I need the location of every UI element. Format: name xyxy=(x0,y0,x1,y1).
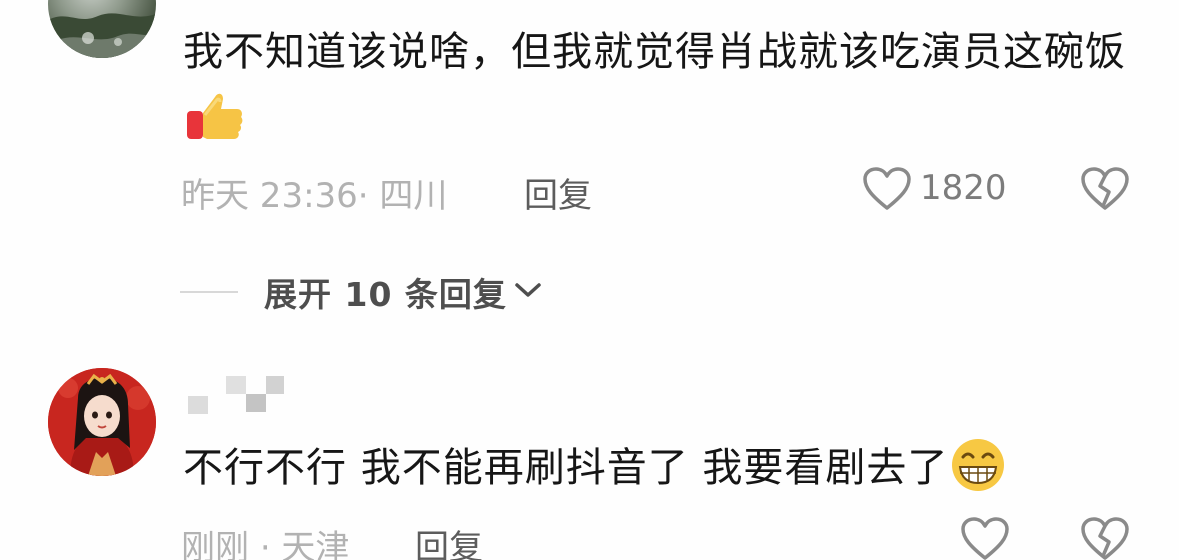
expand-replies-label: 展开 10 条回复 xyxy=(264,275,507,314)
comment-list: 我不知道该说啥，但我就觉得肖战就该吃演员这碗饭 昨天 23:36· 四川 回复 … xyxy=(0,0,1179,560)
comment-timestamp: 刚刚 · 天津 xyxy=(181,520,349,560)
reply-button[interactable]: 回复 xyxy=(415,520,483,560)
heart-outline-icon[interactable] xyxy=(862,166,912,216)
expand-replies-button[interactable]: 展开 10 条回复 xyxy=(180,270,543,314)
comment-body: 我不知道该说啥，但我就觉得肖战就该吃演员这碗饭 xyxy=(183,29,1126,75)
divider-line xyxy=(180,291,238,293)
like-count: 1820 xyxy=(920,168,1007,208)
comment-timestamp: 昨天 23:36· 四川 xyxy=(181,168,447,217)
comment-text: 不行不行 我不能再刷抖音了 我要看剧去了 xyxy=(183,436,1143,500)
avatar[interactable] xyxy=(48,368,156,476)
comment-time: 昨天 23:36 xyxy=(181,176,358,216)
broken-heart-icon[interactable] xyxy=(1080,166,1130,216)
comment-body: 不行不行 我不能再刷抖音了 我要看剧去了 xyxy=(183,445,949,491)
reply-button[interactable]: 回复 xyxy=(524,168,592,217)
comment-time: 刚刚 xyxy=(181,528,249,560)
chevron-down-icon xyxy=(513,280,543,304)
comment-location: · 四川 xyxy=(357,176,448,216)
comment-location: · 天津 xyxy=(259,528,350,560)
avatar-girl-illustration xyxy=(48,368,156,476)
broken-heart-icon[interactable] xyxy=(1080,516,1130,560)
heart-outline-icon[interactable] xyxy=(960,516,1010,560)
username-mosaic[interactable] xyxy=(188,376,284,416)
thumbs-up-emoji xyxy=(185,89,245,141)
grinning-emoji xyxy=(950,437,1006,493)
avatar[interactable] xyxy=(48,0,156,58)
avatar-landscape-image xyxy=(48,13,156,58)
comment-text: 我不知道该说啥，但我就觉得肖战就该吃演员这碗饭 xyxy=(183,20,1143,148)
